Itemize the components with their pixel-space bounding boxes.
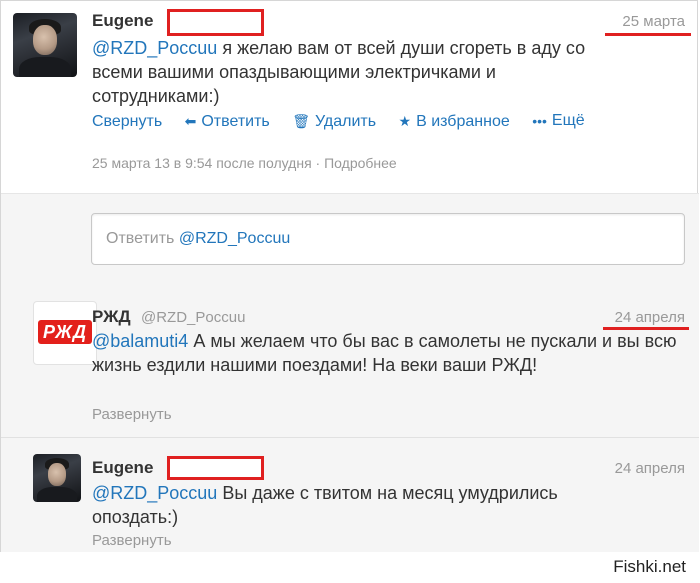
tweet-eugene-2[interactable]: Eugene 24 апреля @RZD_Poccuu Вы даже с т… <box>1 438 699 552</box>
collapse-button[interactable]: Свернуть <box>92 113 162 131</box>
reply-prefix: Ответить <box>106 230 179 247</box>
redaction-box <box>167 456 264 480</box>
tweet-actions: Свернуть ⬅ Ответить 🗑 Удалить ★ В избранное… <box>92 112 603 131</box>
author-name[interactable]: Eugene <box>92 11 153 31</box>
avatar-body <box>37 487 77 502</box>
tweet-rzd[interactable]: РЖД РЖД @RZD_Poccuu 24 апреля @balamuti4… <box>1 285 699 437</box>
screen-name[interactable]: @RZD_Poccuu <box>141 309 245 326</box>
avatar-face <box>48 463 66 486</box>
mention-link[interactable]: @balamuti4 <box>92 331 188 351</box>
favorite-button[interactable]: ★ В избранное <box>399 113 510 131</box>
tweet-text: @balamuti4 А мы желаем что бы вас в само… <box>92 329 684 377</box>
more-icon: ••• <box>532 113 547 129</box>
avatar-body <box>19 57 71 77</box>
avatar-eugene[interactable] <box>13 13 77 77</box>
tweet-text: @RZD_Poccuu я желаю вам от всей души сго… <box>92 36 612 108</box>
trash-icon: 🗑 <box>292 113 310 129</box>
reply-mention: @RZD_Poccuu <box>178 230 291 247</box>
avatar-face <box>33 25 57 55</box>
delete-button[interactable]: 🗑 Удалить <box>292 113 376 131</box>
tweet-text: @RZD_Poccuu Вы даже с твитом на месяц ум… <box>92 481 612 529</box>
watermark: Fishki.net <box>613 557 686 576</box>
reply-button[interactable]: ⬅ Ответить <box>185 113 270 131</box>
tweet-date[interactable]: 24 апреля <box>615 460 685 477</box>
more-button[interactable]: ••• Ещё <box>532 112 584 130</box>
tweet-eugene-1[interactable]: Eugene 25 марта @RZD_Poccuu я желаю вам … <box>1 1 699 193</box>
tweet-date[interactable]: 24 апреля <box>615 309 685 326</box>
author-name[interactable]: РЖД <box>92 307 131 327</box>
tweet-meta[interactable]: 25 марта 13 в 9:54 после полудня · Подро… <box>92 155 397 171</box>
rzd-logo: РЖД <box>38 320 92 344</box>
mention-link[interactable]: @RZD_Poccuu <box>92 38 217 58</box>
reply-input[interactable]: Ответить @RZD_Poccuu <box>91 213 685 265</box>
timeline-frame: Eugene 25 марта @RZD_Poccuu я желаю вам … <box>0 0 699 552</box>
author-name[interactable]: Eugene <box>92 458 153 478</box>
reply-icon: ⬅ <box>184 113 197 129</box>
expand-link[interactable]: Развернуть <box>92 406 172 423</box>
tweet-date[interactable]: 25 марта <box>622 13 685 30</box>
star-icon: ★ <box>398 113 412 129</box>
mention-link[interactable]: @RZD_Poccuu <box>92 483 217 503</box>
redaction-box <box>167 9 264 36</box>
avatar-eugene[interactable] <box>33 454 81 502</box>
avatar-rzd[interactable]: РЖД <box>33 301 97 365</box>
expand-link[interactable]: Развернуть <box>92 532 172 549</box>
date-underline <box>605 33 691 36</box>
